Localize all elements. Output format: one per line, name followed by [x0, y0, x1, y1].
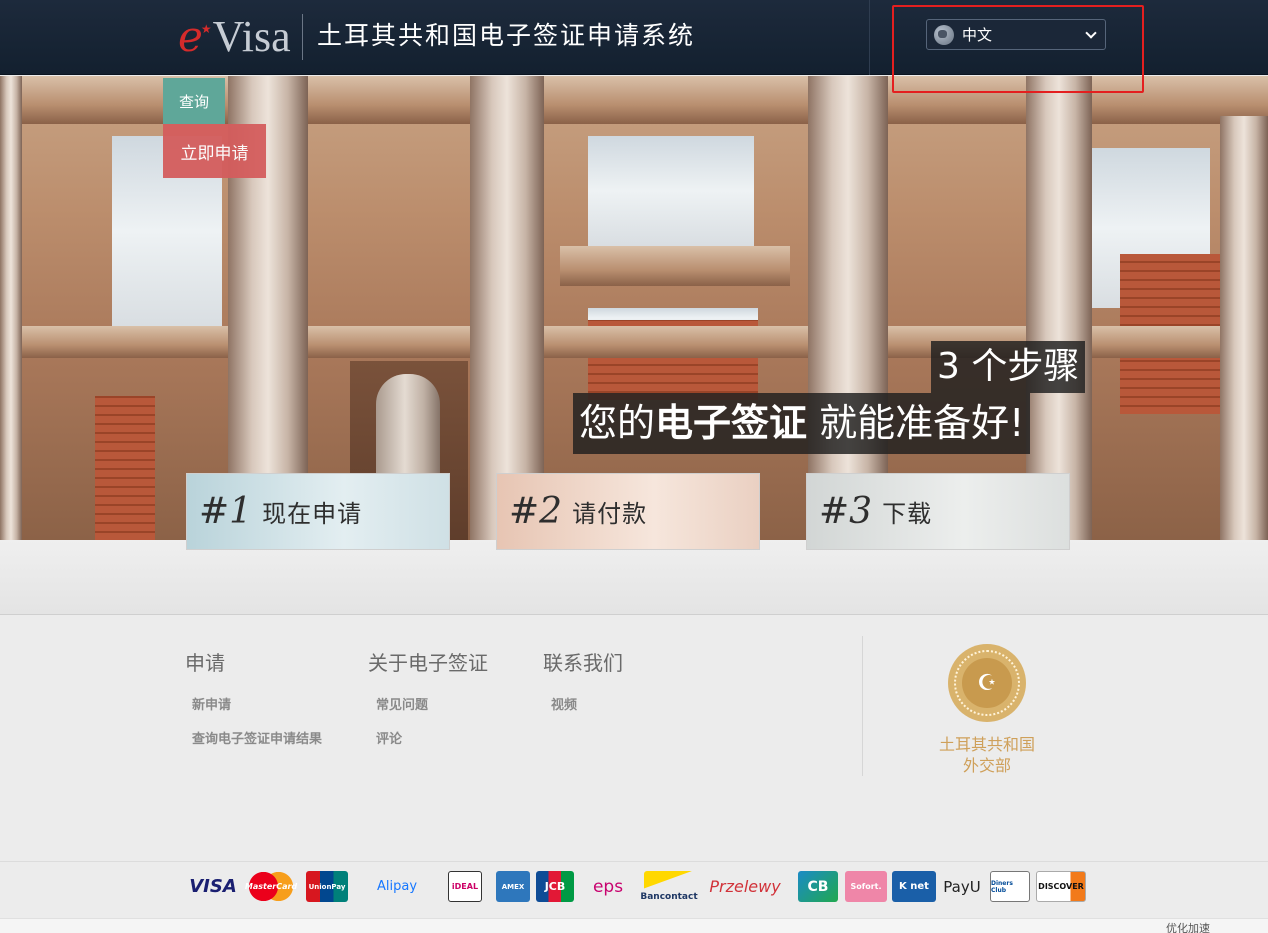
headline-part-b: 电子签证 — [655, 401, 808, 445]
hero-headline-steps: 3 个步骤 — [931, 341, 1086, 393]
header-divider — [869, 0, 870, 75]
bancontact-logo-icon: Bancontact — [640, 871, 698, 902]
hero-sky-window — [588, 136, 754, 246]
step-number: #1 — [199, 491, 253, 532]
crescent-star-icon: ☪ — [962, 658, 1012, 708]
discover-logo-icon: DISCOVER — [1036, 871, 1086, 902]
hero-column — [0, 76, 22, 540]
logo-visa: Visa — [212, 12, 291, 61]
hero-brick-wall — [95, 396, 155, 540]
hero-pediment — [560, 246, 790, 286]
sofort-logo-icon: Sofort. — [845, 871, 887, 902]
eps-logo-icon: eps — [592, 876, 624, 897]
visa-logo-icon: VISA — [189, 876, 237, 897]
ministry-line-1: 土耳其共和国 — [938, 735, 1035, 754]
query-button[interactable]: 查询 — [163, 78, 225, 124]
headline-part-a: 您的 — [579, 401, 656, 445]
ministry-name[interactable]: 土耳其共和国 外交部 — [920, 734, 1054, 776]
logo-star-icon: ★ — [200, 22, 212, 36]
page-title: 土耳其共和国电子签证申请系统 — [317, 21, 696, 50]
footer-column-title: 联系我们 — [543, 651, 623, 675]
logo-divider — [302, 14, 303, 60]
hero-column — [808, 76, 888, 540]
logo-e: e — [178, 12, 203, 61]
knet-logo-icon: K net — [892, 871, 936, 902]
footer-column-title: 关于电子签证 — [368, 651, 488, 675]
mastercard-logo-icon: MasterCard — [245, 871, 297, 902]
hero-column — [1026, 76, 1092, 540]
footer-divider — [862, 636, 863, 776]
alipay-logo-icon: Alipay — [376, 879, 418, 894]
footer-link-new-application[interactable]: 新申请 — [192, 694, 231, 713]
payu-logo-icon: PayU — [943, 877, 981, 896]
step-label: 请付款 — [572, 500, 648, 528]
step-pay[interactable]: #2 请付款 — [496, 473, 760, 550]
ideal-logo-icon: iDEAL — [448, 871, 482, 902]
browser-status-bar: 优化加速 — [0, 918, 1268, 933]
headline-part-c: 就能准备好! — [807, 401, 1025, 445]
ministry-line-2: 外交部 — [962, 756, 1011, 775]
status-accelerate-text[interactable]: 优化加速 — [1166, 920, 1210, 933]
language-highlight-box — [892, 5, 1144, 93]
step-label: 现在申请 — [262, 500, 363, 528]
ministry-emblem-icon: ☪ — [948, 644, 1026, 722]
content-band — [0, 540, 1268, 615]
footer-link-faq[interactable]: 常见问题 — [376, 694, 428, 713]
step-label: 下载 — [882, 500, 933, 528]
cb-logo-icon: CB — [798, 871, 838, 902]
hero-column — [470, 76, 544, 540]
hero-column — [1220, 116, 1268, 540]
przelewy24-logo-icon: Przelewy — [709, 877, 781, 896]
jcb-logo-icon: JCB — [536, 871, 574, 902]
footer-link-reviews[interactable]: 评论 — [376, 728, 402, 747]
evisa-logo[interactable]: e ★ Visa — [178, 12, 291, 62]
step-download[interactable]: #3 下载 — [806, 473, 1070, 550]
unionpay-logo-icon: UnionPay — [306, 871, 348, 902]
step-number: #2 — [509, 491, 563, 532]
payment-methods-bar: VISA MasterCard UnionPay Alipay iDEAL AM… — [0, 861, 1268, 918]
footer-column-title: 申请 — [185, 651, 225, 675]
hero-headline-ready: 您的电子签证 就能准备好! — [573, 393, 1031, 454]
diners-club-logo-icon: Diners Club — [990, 871, 1030, 902]
footer-link-check-status[interactable]: 查询电子签证申请结果 — [192, 728, 322, 747]
footer-link-video[interactable]: 视频 — [551, 694, 577, 713]
step-apply-now[interactable]: #1 现在申请 — [186, 473, 450, 550]
apply-now-button[interactable]: 立即申请 — [163, 124, 266, 178]
amex-logo-icon: AMEX — [496, 871, 530, 902]
site-footer: 申请 新申请 查询电子签证申请结果 关于电子签证 常见问题 评论 联系我们 视频 — [0, 616, 1268, 861]
step-number: #3 — [819, 491, 873, 532]
